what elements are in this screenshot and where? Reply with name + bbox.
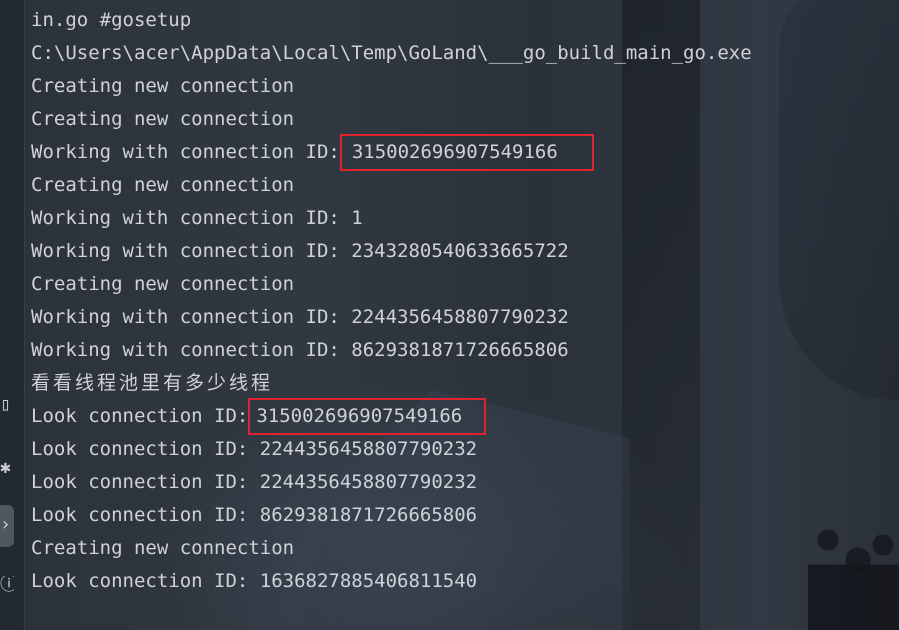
console-line: C:\Users\acer\AppData\Local\Temp\GoLand\… — [31, 42, 752, 64]
console-output[interactable]: in.go #gosetup C:\Users\acer\AppData\Loc… — [31, 4, 899, 598]
run-console-window: ▯ ✱ › ⓘ in.go #gosetup C:\Users\acer\App… — [0, 0, 899, 630]
console-line: Look connection ID: 8629381871726665806 — [31, 504, 478, 526]
console-line: Working with connection ID: 224435645880… — [31, 306, 569, 328]
console-line: Look connection ID: 2244356458807790232 — [31, 471, 478, 493]
window-icon[interactable]: ▯ — [0, 396, 14, 414]
console-line: Working with connection ID: 862938187172… — [31, 339, 569, 361]
console-line: Working with connection ID: 3150026969075… — [31, 134, 899, 171]
console-line: Look connection ID: 1636827885406811540 — [31, 570, 478, 592]
console-line: in.go #gosetup — [31, 9, 192, 31]
console-line: Look connection ID: 2244356458807790232 — [31, 438, 478, 460]
console-line: Creating new connection — [31, 537, 295, 559]
console-line: Working with connection ID: 1 — [31, 207, 363, 229]
console-line: Creating new connection — [31, 75, 295, 97]
console-line: Working with connection ID: 234328054063… — [31, 240, 569, 262]
tool-window-gutter: ▯ ✱ › ⓘ — [0, 0, 25, 630]
console-line: Creating new connection — [31, 174, 295, 196]
console-line: Creating new connection — [31, 108, 295, 130]
info-icon[interactable]: ⓘ — [0, 576, 14, 594]
console-line: 看看线程池里有多少线程 — [31, 372, 274, 394]
console-line: Look connection ID: 315002696907549166 — [31, 398, 899, 435]
console-line: Creating new connection — [31, 273, 295, 295]
terminal-icon[interactable]: › — [0, 516, 14, 534]
highlighted-connection-id: 315002696907549166 — [339, 134, 594, 171]
bug-icon[interactable]: ✱ — [0, 459, 14, 477]
highlighted-connection-id: 315002696907549166 — [248, 398, 487, 435]
